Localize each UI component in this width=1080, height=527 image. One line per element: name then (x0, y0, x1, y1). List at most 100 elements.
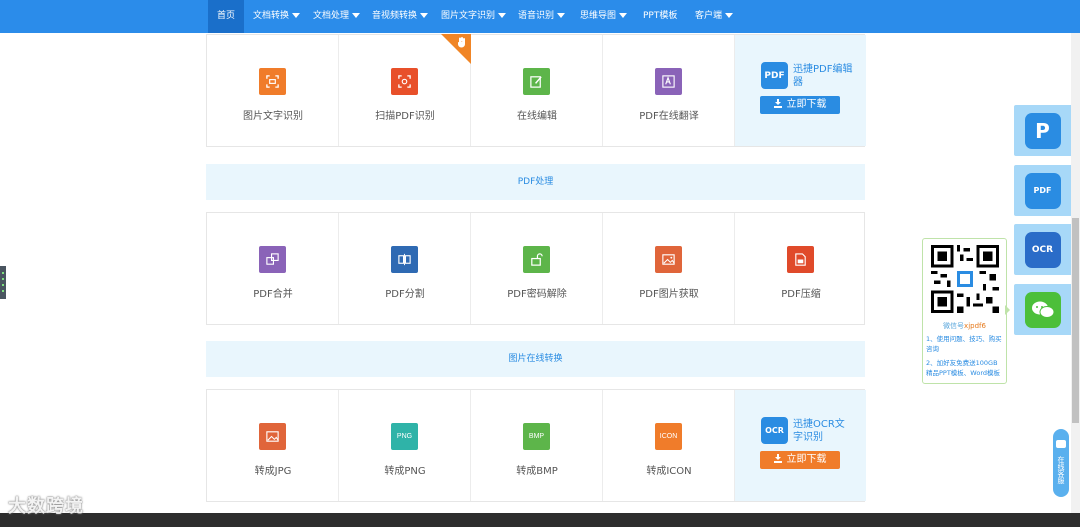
pdf-tools-row: PDF合并 PDF分割 PDF密码解除 PDF图片获取 PDF压缩 (206, 212, 865, 325)
jpg-icon (259, 423, 286, 450)
nav-mindmap[interactable]: 思维导图 (580, 0, 628, 33)
promo-pdf-editor[interactable]: PDF 迅捷PDF编辑器 立即下载 (735, 35, 866, 146)
nav-image-ocr[interactable]: 图片文字识别 (441, 0, 507, 33)
caret-down-icon (352, 13, 361, 18)
caret-down-icon (557, 13, 566, 18)
nav-doc-convert[interactable]: 文档转换 (253, 0, 301, 33)
tool-pdf-unlock[interactable]: PDF密码解除 (471, 213, 603, 324)
nav-label: 文档处理 (313, 11, 350, 21)
nav-label: 图片文字识别 (441, 11, 496, 21)
download-button[interactable]: 立即下载 (760, 451, 840, 469)
ocr-icon: OCR (1024, 231, 1061, 268)
tool-online-edit[interactable]: 在线编辑 (471, 35, 603, 146)
scrollbar-thumb[interactable] (1072, 218, 1079, 423)
nav-voice[interactable]: 语音识别 (518, 0, 566, 33)
nav-label: PPT模板 (643, 11, 678, 21)
pdf-reader-icon: P (1024, 112, 1061, 149)
nav-av-convert[interactable]: 音视频转换 (372, 0, 429, 33)
promo-title: 迅捷OCR文字识别 (793, 419, 845, 443)
nav-home[interactable]: 首页 (208, 0, 245, 33)
wechat-id: xjpdf6 (964, 322, 986, 330)
sidebar-pdf-reader[interactable]: P (1014, 105, 1071, 156)
top-nav: 首页 文档转换 文档处理 音视频转换 图片文字识别 语音识别 思维导图 PPT模… (0, 0, 1080, 33)
tool-to-icon[interactable]: ICON 转成ICON (603, 390, 735, 501)
tool-to-png[interactable]: PNG 转成PNG (339, 390, 471, 501)
qr-code-icon (931, 245, 999, 313)
bmp-icon: BMP (523, 423, 550, 450)
promo-ocr[interactable]: OCR 迅捷OCR文字识别 立即下载 (735, 390, 866, 501)
tool-label: PDF图片获取 (639, 289, 699, 300)
wechat-icon (1024, 291, 1061, 328)
sidebar-ocr[interactable]: OCR (1014, 224, 1071, 275)
download-icon (773, 99, 782, 108)
image-icon (655, 246, 682, 273)
tool-to-jpg[interactable]: 转成JPG (207, 390, 339, 501)
tool-pdf-translate[interactable]: PDF在线翻译 (603, 35, 735, 146)
pdf-editor-logo-icon: PDF (761, 62, 788, 89)
scan-icon (391, 68, 418, 95)
image-convert-row: 转成JPG PNG 转成PNG BMP 转成BMP ICON 转成ICON OC… (206, 389, 866, 502)
tool-label: 转成PNG (384, 466, 426, 477)
indicator-dot (2, 272, 4, 274)
caret-down-icon (725, 13, 734, 18)
tool-label: 转成JPG (254, 466, 292, 477)
tool-pdf-split[interactable]: PDF分割 (339, 213, 471, 324)
qr-tip-2b: 精品PPT模板、Word模板 (926, 369, 1001, 377)
image-scan-icon (259, 68, 286, 95)
tool-image-ocr[interactable]: 图片文字识别 (207, 35, 339, 146)
tool-label: 扫描PDF识别 (375, 111, 435, 122)
icon-icon-text: ICON (659, 433, 678, 440)
chat-bubble-icon (1056, 440, 1066, 448)
caret-down-icon (292, 13, 301, 18)
tool-label: PDF合并 (253, 289, 293, 300)
qr-tip-1: 1、使用问题、技巧、购买咨询 (926, 335, 1002, 353)
sidebar-pdf-editor[interactable]: PDF (1014, 165, 1071, 216)
sidebar-wechat[interactable] (1014, 284, 1071, 335)
nav-label: 首页 (217, 11, 236, 21)
hand-icon (458, 37, 465, 48)
tool-pdf-image-extract[interactable]: PDF图片获取 (603, 213, 735, 324)
wechat-qr-panel: 微信号xjpdf6 1、使用问题、技巧、购买咨询 2、加好友免费送100GB 精品… (922, 238, 1007, 384)
edit-icon (523, 68, 550, 95)
promo-title: 迅捷PDF编辑器 (793, 64, 853, 88)
download-icon (773, 454, 782, 463)
indicator-dot (2, 290, 4, 292)
nav-ppt[interactable]: PPT模板 (643, 0, 677, 33)
tool-label: 图片文字识别 (243, 111, 303, 122)
tool-label: 转成ICON (646, 466, 692, 477)
tool-label: PDF分割 (385, 289, 425, 300)
qr-panel-arrow (1005, 305, 1010, 315)
ocr-tools-row: 图片文字识别 扫描PDF识别 在线编辑 PDF在线翻译 PDF 迅捷PDF编辑器… (206, 34, 866, 147)
tool-pdf-merge[interactable]: PDF合并 (207, 213, 339, 324)
nav-label: 语音识别 (518, 11, 555, 21)
nav-label: 思维导图 (580, 11, 617, 21)
png-icon-text: PNG (396, 433, 413, 440)
translate-icon (655, 68, 682, 95)
pdf-editor-icon: PDF (1024, 172, 1061, 209)
tool-label: PDF密码解除 (507, 289, 567, 300)
nav-client[interactable]: 客户端 (695, 0, 734, 33)
ocr-logo-icon: OCR (761, 417, 788, 444)
tool-pdf-compress[interactable]: PDF压缩 (735, 213, 866, 324)
tool-to-bmp[interactable]: BMP 转成BMP (471, 390, 603, 501)
nav-label: 客户端 (695, 11, 723, 21)
indicator-dot (2, 278, 4, 280)
download-button[interactable]: 立即下载 (760, 96, 840, 114)
bmp-icon-text: BMP (528, 433, 545, 440)
icon-format-icon: ICON (655, 423, 682, 450)
nav-doc-process[interactable]: 文档处理 (313, 0, 361, 33)
watermark-text: 大数跨境 (8, 496, 84, 517)
qr-tip-2: 2、加好友免费送100GB 精品PPT模板、Word模板 (926, 358, 1006, 378)
unlock-icon (523, 246, 550, 273)
wechat-prefix: 微信号 (943, 322, 965, 330)
nav-label: 文档转换 (253, 11, 290, 21)
wechat-id-text: 微信号xjpdf6 (923, 321, 1006, 331)
section-header-image: 图片在线转换 (206, 341, 865, 377)
tool-label: 在线编辑 (517, 111, 557, 122)
left-floating-tab[interactable] (0, 266, 6, 299)
tool-label: PDF压缩 (781, 289, 821, 300)
caret-down-icon (498, 13, 507, 18)
compress-icon (787, 246, 814, 273)
tool-label: PDF在线翻译 (639, 111, 699, 122)
section-header-pdf: PDF处理 (206, 164, 865, 200)
